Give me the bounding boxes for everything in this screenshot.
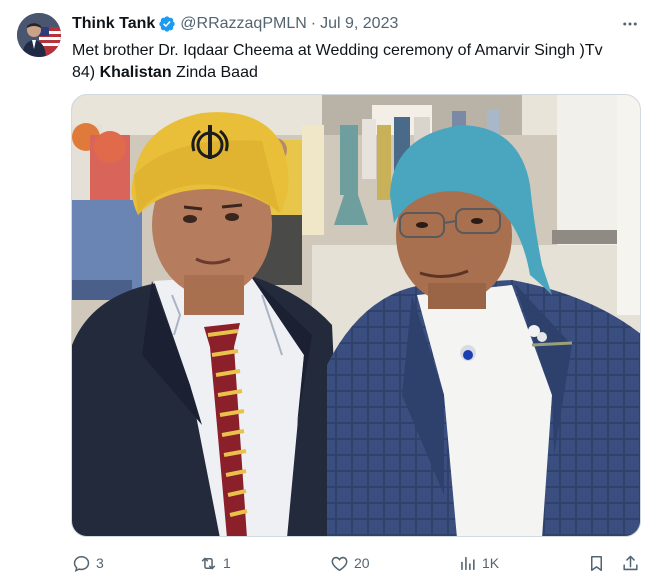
repost-icon	[199, 554, 218, 573]
hashtag-khalistan: Khalistan	[99, 64, 172, 81]
reply-icon	[72, 554, 91, 573]
tweet-text-line2: 84) Khalistan Zinda Baad	[72, 62, 632, 84]
share-button[interactable]	[621, 551, 640, 575]
tweet-photo[interactable]	[71, 94, 641, 537]
share-icon	[621, 554, 640, 573]
repost-button[interactable]: 1	[199, 551, 231, 575]
tweet[interactable]: Think Tank @RRazzaqPMLN · Jul 9, 2023 Me…	[0, 0, 652, 581]
repost-count: 1	[223, 555, 231, 571]
tweet-text: Met brother Dr. Iqdaar Cheema at Wedding…	[72, 40, 632, 84]
header-separator: ·	[310, 15, 317, 32]
bookmark-button[interactable]	[587, 551, 606, 575]
tweet-actions: 3 1 20 1K	[72, 551, 642, 575]
author-handle[interactable]: @RRazzaqPMLN	[180, 15, 307, 33]
views-count: 1K	[482, 555, 500, 571]
author-name[interactable]: Think Tank	[72, 15, 155, 33]
reply-count: 3	[96, 555, 104, 571]
author-avatar[interactable]	[17, 13, 61, 57]
views-button[interactable]: 1K	[458, 551, 499, 575]
verified-badge-icon[interactable]	[158, 15, 176, 33]
tweet-text-prefix: 84)	[72, 64, 100, 81]
bookmark-icon	[587, 554, 606, 573]
like-button[interactable]: 20	[330, 551, 370, 575]
tweet-text-suffix: Zinda Baad	[171, 64, 258, 81]
tweet-header: Think Tank @RRazzaqPMLN · Jul 9, 2023	[72, 13, 398, 35]
tweet-date[interactable]: Jul 9, 2023	[320, 15, 398, 33]
like-count: 20	[354, 555, 370, 571]
heart-icon	[330, 554, 349, 573]
reply-button[interactable]: 3	[72, 551, 104, 575]
views-icon	[458, 554, 477, 573]
tweet-text-line1: Met brother Dr. Iqdaar Cheema at Wedding…	[72, 42, 603, 59]
more-icon[interactable]	[619, 14, 641, 34]
